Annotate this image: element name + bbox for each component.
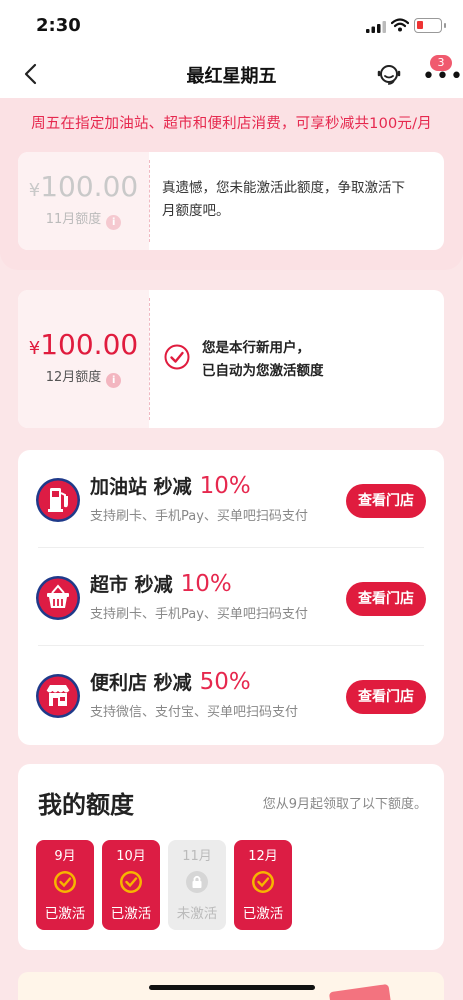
quota-month: 9月 — [54, 849, 76, 864]
info-icon[interactable]: i — [106, 373, 122, 388]
gas-station-icon — [36, 478, 80, 522]
quota-month: 12月 — [248, 849, 278, 864]
service-description: 支持刷卡、手机Pay、买单吧扫码支付 — [90, 607, 308, 622]
service-row-supermarket: 超市 秒减 10% 支持刷卡、手机Pay、买单吧扫码支付 查看门店 — [36, 566, 426, 650]
service-row-convenience-store: 便利店 秒减 50% 支持微信、支付宝、买单吧扫码支付 查看门店 — [36, 664, 426, 748]
coupon-message: 真遗憾，您未能激活此额度，争取激活下 月额度吧。 — [162, 177, 405, 223]
discount-percent: 10% — [180, 571, 232, 597]
service-name-text: 加油站 秒减 — [90, 476, 192, 498]
service-name-text: 超市 秒减 — [90, 574, 173, 596]
battery-icon — [414, 18, 446, 33]
lock-icon — [186, 871, 208, 893]
month-label-text: 12月额度 — [45, 370, 102, 385]
info-icon[interactable]: i — [106, 215, 122, 230]
quota-item-september[interactable]: 9月 已激活 — [36, 840, 94, 930]
discount-percent: 50% — [199, 669, 251, 695]
coupon-message-line: 月额度吧。 — [162, 203, 230, 219]
service-description: 支持刷卡、手机Pay、买单吧扫码支付 — [90, 509, 308, 524]
quota-item-november[interactable]: 11月 未激活 — [168, 840, 226, 930]
status-bar: 2:30 — [0, 0, 463, 50]
amount-value: 100.00 — [40, 170, 139, 203]
quota-item-december[interactable]: 12月 已激活 — [234, 840, 292, 930]
home-indicator[interactable] — [149, 985, 315, 990]
discount-percent: 10% — [199, 473, 251, 499]
check-badge-icon — [54, 871, 76, 893]
coupon-message: 您是本行新用户， 已自动为您激活额度 — [202, 337, 324, 383]
divider — [38, 547, 424, 548]
check-badge-icon — [120, 871, 142, 893]
coupon-card-november: ¥100.00 11月额度 i 真遗憾，您未能激活此额度，争取激活下 月额度吧。 — [18, 152, 444, 250]
coupon-card-december: ¥100.00 12月额度 i 您是本行新用户， 已自动为您激活额度 — [18, 290, 444, 428]
check-circle-icon — [164, 344, 190, 370]
more-dots-icon: ••• — [422, 64, 463, 89]
coupon-divider — [149, 160, 150, 242]
coupon-divider — [149, 298, 150, 420]
quota-month: 10月 — [116, 849, 146, 864]
coupon-month-label: 12月额度 i — [18, 366, 149, 388]
service-description: 支持微信、支付宝、买单吧扫码支付 — [90, 705, 299, 720]
month-label-text: 11月额度 — [45, 212, 102, 227]
coupon-message-line: 您是本行新用户， — [202, 340, 310, 356]
coupon-month-label: 11月额度 i — [18, 208, 149, 230]
quota-item-october[interactable]: 10月 已激活 — [102, 840, 160, 930]
quota-status: 已激活 — [110, 906, 152, 922]
coupon-amount: ¥100.00 — [18, 328, 149, 361]
check-badge-icon — [252, 871, 274, 893]
convenience-store-icon — [36, 674, 80, 718]
coupon-amount: ¥100.00 — [18, 170, 149, 203]
quota-status: 未激活 — [176, 906, 218, 922]
my-quota-subtitle: 您从9月起领取了以下额度。 — [262, 797, 427, 812]
cellular-signal-icon — [366, 21, 386, 33]
coupon-message-line: 已自动为您激活额度 — [202, 363, 324, 379]
quota-month: 11月 — [182, 849, 212, 864]
promo-banner-text: 周五在指定加油站、超市和便利店消费，可享秒减共100元/月 — [31, 116, 432, 132]
view-stores-button[interactable]: 查看门店 — [346, 582, 426, 616]
view-stores-button[interactable]: 查看门店 — [346, 680, 426, 714]
service-name-text: 便利店 秒减 — [90, 672, 192, 694]
notification-badge: 3 — [430, 55, 452, 71]
divider — [38, 645, 424, 646]
amount-value: 100.00 — [40, 328, 139, 361]
supermarket-basket-icon — [36, 576, 80, 620]
wifi-icon — [391, 18, 409, 32]
quota-status: 已激活 — [44, 906, 86, 922]
service-name: 加油站 秒减 10% — [90, 472, 251, 499]
service-name: 便利店 秒减 50% — [90, 668, 251, 695]
customer-service-icon[interactable] — [376, 61, 402, 87]
nav-bar: 最红星期五 ••• — [0, 50, 463, 98]
view-stores-button[interactable]: 查看门店 — [346, 484, 426, 518]
status-time: 2:30 — [36, 15, 81, 36]
service-row-gas-station: 加油站 秒减 10% 支持刷卡、手机Pay、买单吧扫码支付 查看门店 — [36, 468, 426, 552]
currency-symbol: ¥ — [28, 338, 41, 359]
quota-status: 已激活 — [242, 906, 284, 922]
my-quota-title: 我的额度 — [38, 791, 134, 819]
service-name: 超市 秒减 10% — [90, 570, 232, 597]
coupon-message-line: 真遗憾，您未能激活此额度，争取激活下 — [162, 180, 405, 196]
currency-symbol: ¥ — [28, 180, 41, 201]
